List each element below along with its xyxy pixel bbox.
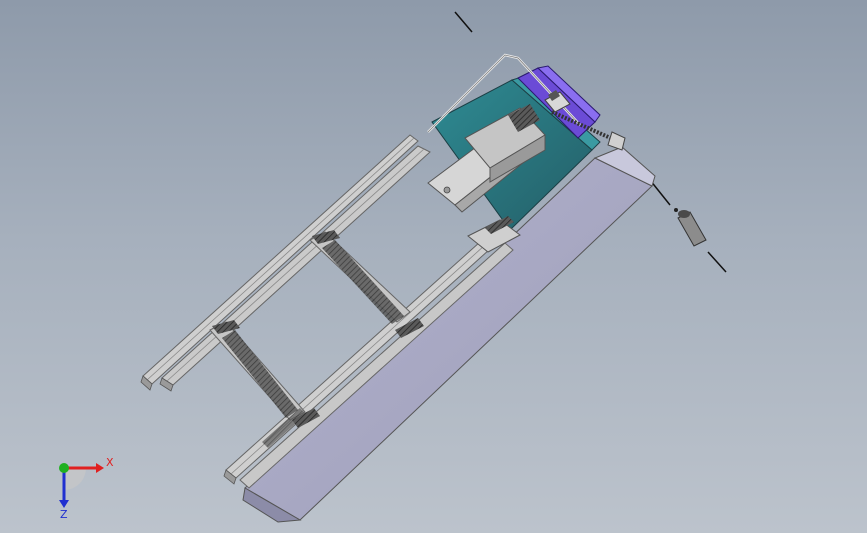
frame-cross-member-lower[interactable]	[209, 321, 306, 421]
assembly-model-view[interactable]	[0, 0, 867, 533]
z-axis-arrowhead	[59, 500, 69, 508]
frame-cross-member-upper[interactable]	[309, 231, 411, 324]
x-axis-label: X	[106, 456, 114, 469]
x-axis-arrowhead	[96, 463, 104, 473]
orientation-triad[interactable]: X Z	[38, 450, 128, 520]
detached-pin[interactable]	[674, 208, 707, 247]
cad-graphics-viewport[interactable]: X Z	[0, 0, 867, 533]
rail-end-caps	[140, 375, 237, 485]
base-block[interactable]	[242, 146, 656, 523]
y-axis-dot	[59, 463, 69, 473]
z-axis-label: Z	[60, 508, 68, 520]
